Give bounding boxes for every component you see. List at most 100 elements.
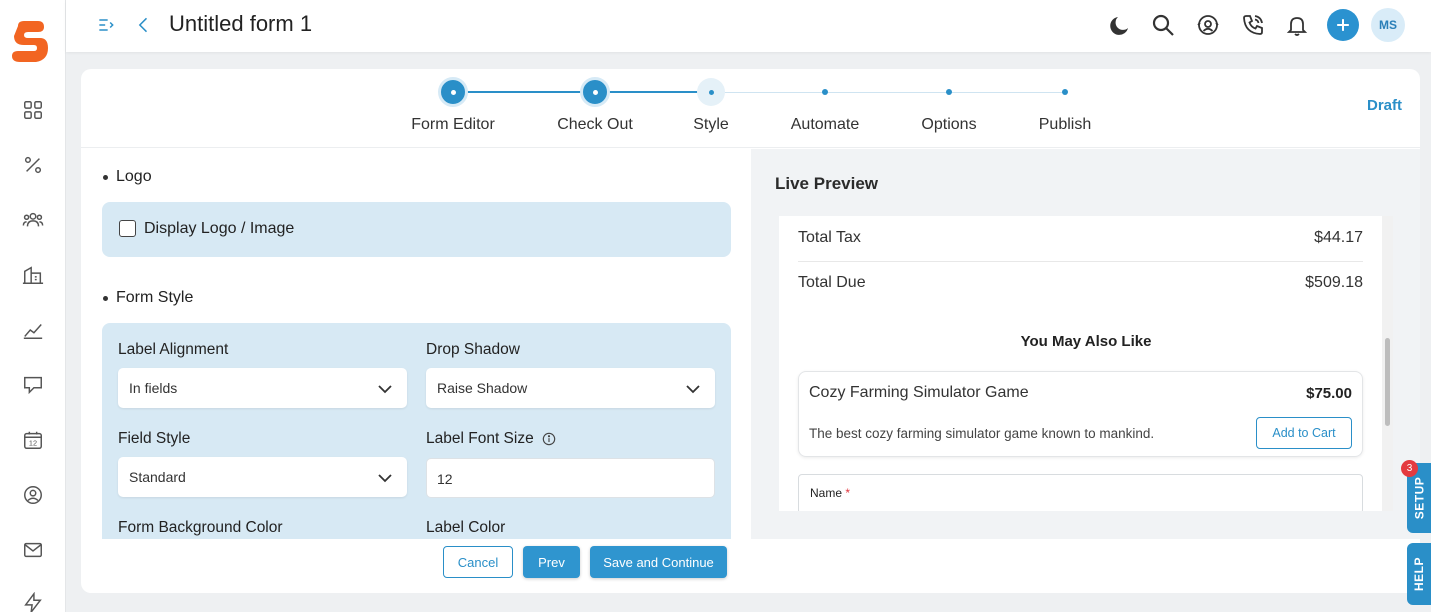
display-logo-label[interactable]: Display Logo / Image — [144, 220, 294, 238]
display-logo-checkbox[interactable] — [119, 220, 136, 237]
nav-automations[interactable] — [0, 588, 66, 612]
buildings-icon — [22, 266, 44, 284]
step-label-options[interactable]: Options — [921, 116, 976, 134]
prev-button[interactable]: Prev — [523, 546, 580, 578]
logo-section-heading: Logo — [103, 168, 152, 186]
name-field[interactable]: Name * — [798, 474, 1363, 511]
label-alignment-select[interactable]: In fields — [118, 368, 407, 408]
nav-feedback[interactable] — [0, 370, 66, 400]
required-marker: * — [845, 486, 851, 500]
search-button[interactable] — [1148, 10, 1178, 40]
style-settings-panel: Logo Display Logo / Image Form Style Lab… — [81, 149, 751, 539]
bolt-icon — [24, 592, 42, 612]
field-style-select[interactable]: Standard — [118, 457, 407, 497]
back-arrow-icon — [138, 17, 148, 33]
search-icon — [1152, 14, 1174, 36]
brand-logo-icon[interactable] — [10, 20, 50, 64]
nav-dashboard[interactable] — [0, 95, 66, 125]
info-icon[interactable] — [542, 432, 556, 446]
calendar-icon: 12 — [24, 431, 42, 449]
nav-reports[interactable] — [0, 315, 66, 345]
product-name: Cozy Farming Simulator Game — [809, 384, 1029, 401]
label-alignment-label: Label Alignment — [118, 341, 229, 358]
svg-text:12: 12 — [29, 439, 37, 448]
chevron-down-icon — [378, 385, 392, 394]
preview-scrollbar[interactable] — [1382, 216, 1393, 511]
step-dot-options[interactable] — [946, 89, 952, 95]
nav-mail[interactable] — [0, 535, 66, 565]
form-background-color-label: Form Background Color — [118, 519, 283, 536]
total-due-row: Total Due $509.18 — [798, 274, 1363, 292]
preview-frame[interactable]: Total Tax $44.17 Total Due $509.18 You M… — [779, 216, 1393, 511]
cancel-button[interactable]: Cancel — [443, 546, 513, 578]
step-label-automate[interactable]: Automate — [791, 116, 859, 134]
step-label-style[interactable]: Style — [693, 116, 729, 134]
avatar[interactable]: MS — [1371, 8, 1405, 42]
help-tab[interactable]: HELP — [1407, 543, 1431, 605]
moon-icon — [1110, 17, 1128, 35]
nav-contacts[interactable] — [0, 205, 66, 235]
logo-heading-text: Logo — [116, 168, 152, 185]
dark-mode-toggle[interactable] — [1105, 10, 1135, 40]
step-dot-check-out[interactable] — [580, 77, 610, 107]
label-font-size-input[interactable]: 12 — [426, 458, 715, 498]
step-dot-publish[interactable] — [1062, 89, 1068, 95]
page-title: Untitled form 1 — [169, 11, 313, 36]
step-dot-style[interactable] — [697, 78, 725, 106]
form-builder-card: Form Editor Check Out Style Automate Opt… — [81, 69, 1420, 593]
step-label-form-editor[interactable]: Form Editor — [411, 116, 495, 134]
menu-toggle-button[interactable] — [91, 10, 121, 40]
bell-icon — [1286, 17, 1308, 36]
call-button[interactable] — [1238, 10, 1268, 40]
setup-count-badge: 3 — [1401, 460, 1418, 477]
drop-shadow-label: Drop Shadow — [426, 341, 520, 358]
users-icon — [22, 212, 44, 227]
plus-icon — [1337, 19, 1349, 31]
total-due-value: $509.18 — [1305, 274, 1363, 291]
mail-icon — [24, 542, 42, 558]
label-alignment-value: In fields — [129, 380, 178, 396]
stepper: Form Editor Check Out Style Automate Opt… — [81, 69, 1420, 148]
label-font-size-label: Label Font Size — [426, 430, 556, 448]
field-style-value: Standard — [129, 469, 186, 485]
scrollbar-thumb[interactable] — [1385, 338, 1390, 426]
nav-profile[interactable] — [0, 480, 66, 510]
phone-icon — [1243, 15, 1263, 35]
total-tax-value: $44.17 — [1314, 229, 1363, 246]
product-description: The best cozy farming simulator game kno… — [809, 426, 1155, 441]
name-label-text: Name — [810, 486, 843, 500]
total-tax-label: Total Tax — [798, 229, 861, 246]
add-to-cart-button[interactable]: Add to Cart — [1256, 417, 1352, 449]
left-rail: 12 — [0, 0, 66, 612]
bullet — [103, 174, 108, 180]
setup-tab-label: SETUP — [1412, 476, 1427, 520]
notifications-button[interactable] — [1282, 10, 1312, 40]
field-style-label: Field Style — [118, 430, 191, 447]
support-icon — [1197, 15, 1219, 35]
chart-icon — [23, 324, 43, 339]
step-label-check-out[interactable]: Check Out — [557, 116, 633, 134]
nav-companies[interactable] — [0, 260, 66, 290]
status-badge: Draft — [1366, 97, 1402, 114]
save-and-continue-button[interactable]: Save and Continue — [590, 546, 727, 578]
step-dot-automate[interactable] — [822, 89, 828, 95]
label-color-label: Label Color — [426, 519, 506, 536]
upsell-product-card: Cozy Farming Simulator Game $75.00 The b… — [798, 371, 1363, 457]
create-button[interactable] — [1327, 9, 1359, 41]
back-button[interactable] — [129, 10, 159, 40]
logo-settings-box: Display Logo / Image — [102, 202, 731, 257]
drop-shadow-value: Raise Shadow — [437, 380, 528, 396]
support-button[interactable] — [1193, 10, 1223, 40]
form-style-settings-box: Label Alignment In fields Drop Shadow Ra… — [102, 323, 731, 539]
feedback-icon — [24, 376, 42, 395]
step-label-publish[interactable]: Publish — [1039, 116, 1091, 134]
step-dot-form-editor[interactable] — [438, 77, 468, 107]
divider — [798, 261, 1363, 262]
drop-shadow-select[interactable]: Raise Shadow — [426, 368, 715, 408]
nav-discounts[interactable] — [0, 150, 66, 180]
percent-icon — [24, 156, 42, 174]
nav-calendar[interactable]: 12 — [0, 425, 66, 455]
bullet — [103, 295, 108, 301]
live-preview-title: Live Preview — [775, 174, 879, 193]
label-font-size-text: Label Font Size — [426, 430, 534, 447]
